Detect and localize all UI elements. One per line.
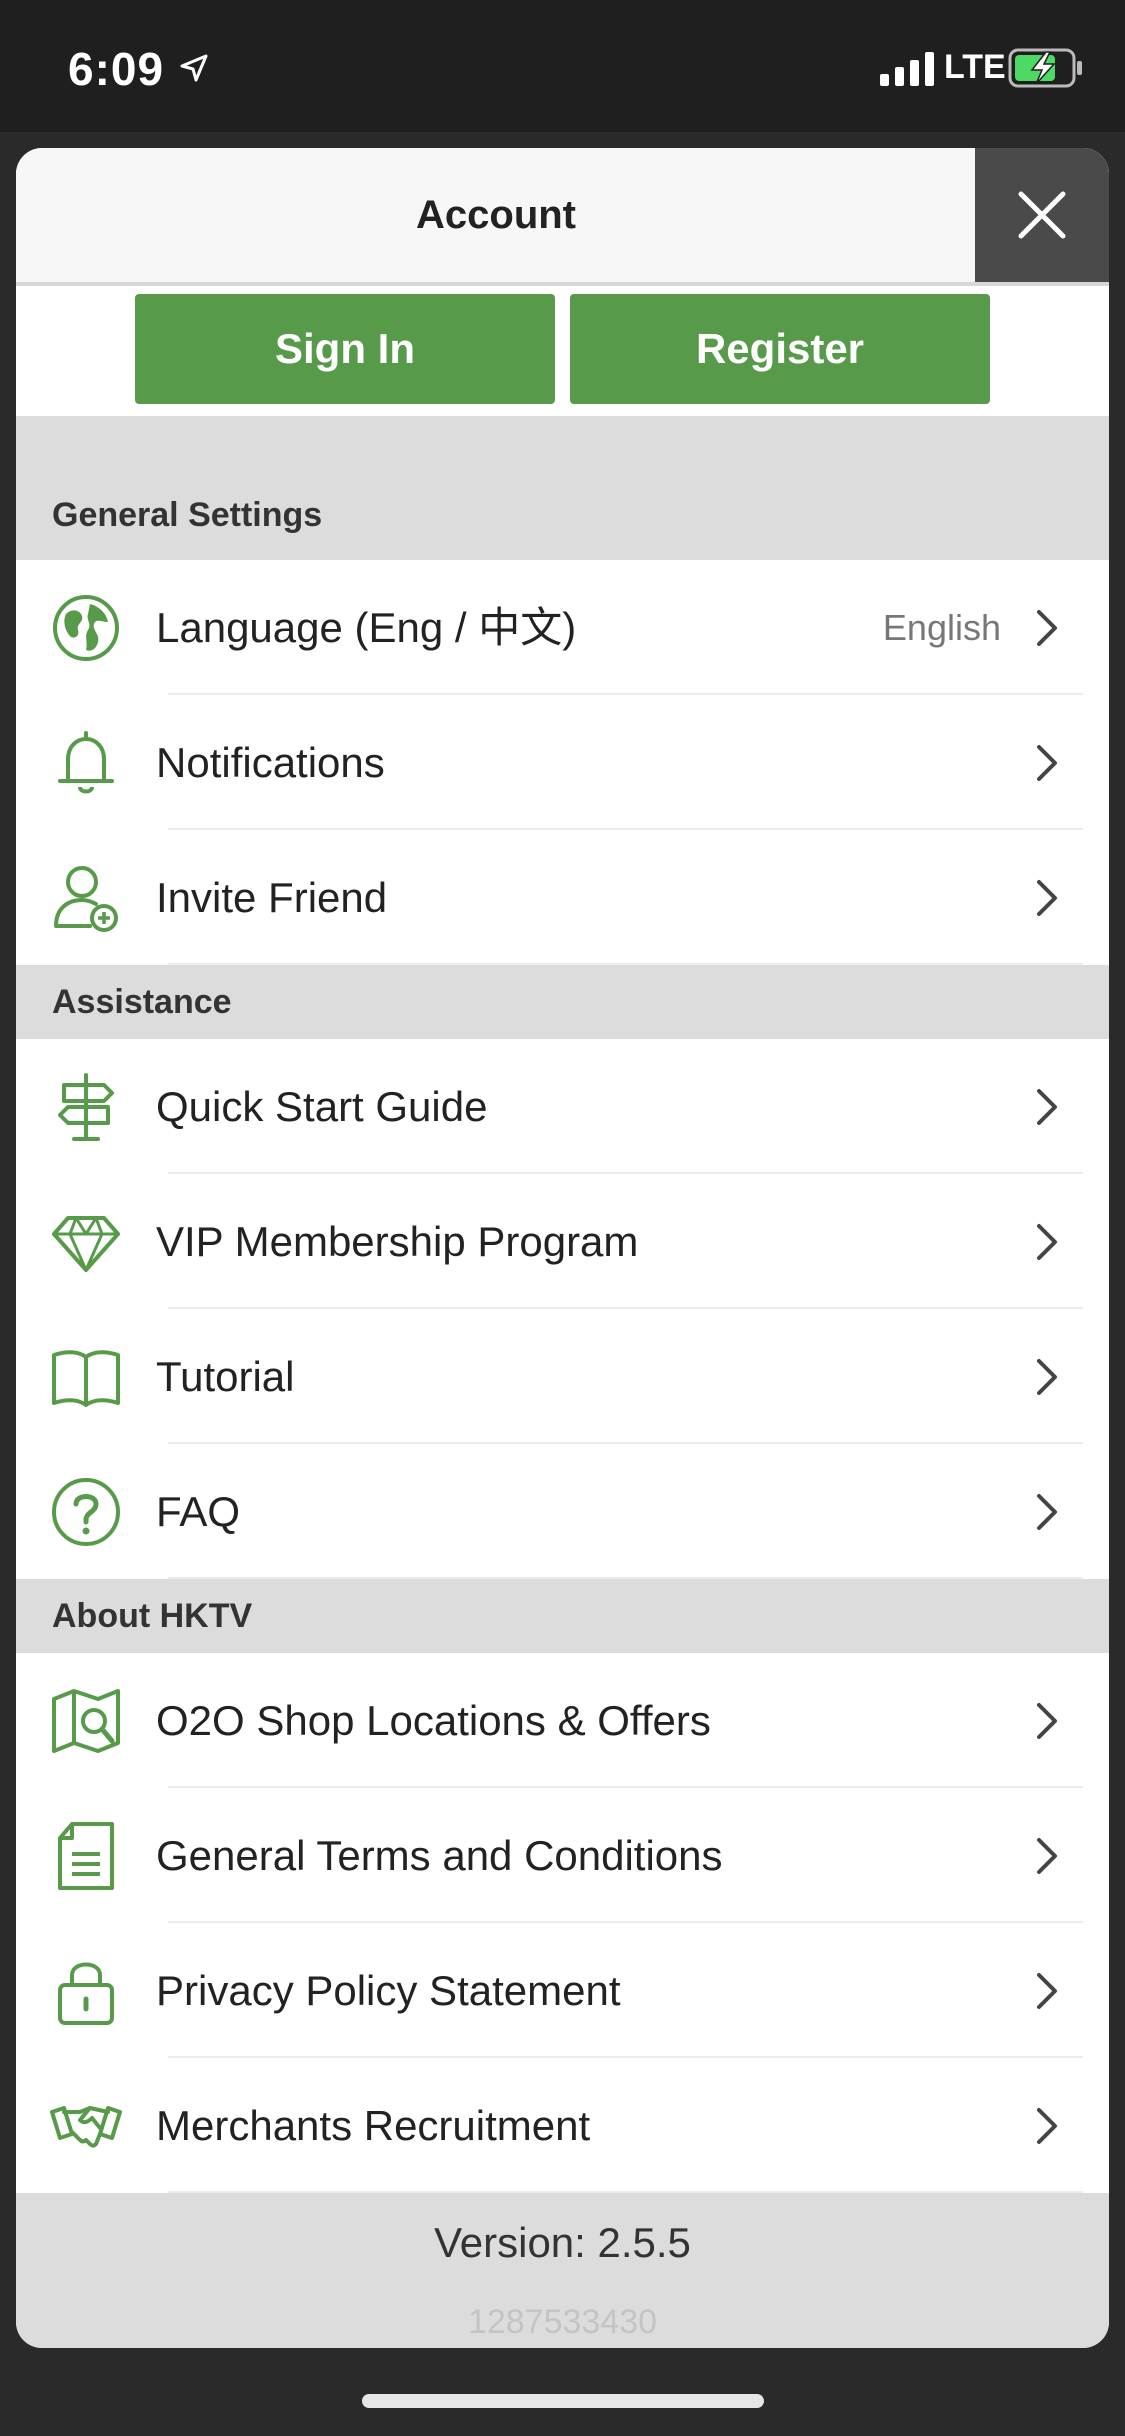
list-item-quick-start-guide[interactable]: Quick Start Guide (16, 1039, 1109, 1174)
list-item-label: Merchants Recruitment (156, 2102, 591, 2149)
location-arrow-icon (180, 54, 208, 82)
list-item-o2o-shops[interactable]: O2O Shop Locations & Offers (16, 1653, 1109, 1788)
build-id: 1287533430 (467, 2303, 658, 2341)
chevron-right-icon (1037, 1838, 1057, 1874)
list-item-label: Privacy Policy Statement (156, 1967, 621, 2014)
chevron-right-icon (1037, 745, 1057, 781)
globe-icon (53, 595, 119, 661)
list-item-label: General Terms and Conditions (156, 1832, 723, 1879)
chevron-right-icon (1037, 1359, 1057, 1395)
chevron-right-icon (1037, 1494, 1057, 1530)
list-item-language[interactable]: Language (Eng / 中文) English (16, 560, 1109, 695)
signpost-icon (58, 1073, 114, 1141)
language-value: English (882, 607, 1001, 648)
list-item-label: O2O Shop Locations & Offers (156, 1697, 711, 1744)
chevron-right-icon (1037, 1973, 1057, 2009)
section-header-about: About HKTV (16, 1579, 1109, 1653)
bell-icon (58, 731, 114, 794)
list-item-privacy[interactable]: Privacy Policy Statement (16, 1923, 1109, 2058)
close-button[interactable] (975, 148, 1109, 282)
map-search-icon (52, 1689, 120, 1753)
version-text: Version: 2.5.5 (434, 2219, 691, 2266)
divider (168, 963, 1083, 965)
list-item-label: Invite Friend (156, 874, 388, 921)
account-sheet: Account Sign In Register General Setting… (16, 148, 1109, 2348)
sheet-header: Account (16, 148, 1109, 286)
close-icon (1018, 191, 1066, 239)
chevron-right-icon (1037, 880, 1057, 916)
divider (168, 1577, 1083, 1579)
chevron-right-icon (1037, 1089, 1057, 1125)
home-indicator[interactable] (362, 2394, 764, 2408)
list-item-label: Notifications (156, 739, 385, 786)
register-button[interactable]: Register (570, 294, 990, 404)
status-bar: 6:09 LTE (0, 0, 1125, 132)
chevron-right-icon (1037, 610, 1057, 646)
add-user-icon (54, 866, 118, 932)
list-item-label: Quick Start Guide (156, 1083, 488, 1130)
network-type: LTE (944, 48, 1006, 86)
lock-icon (58, 1962, 114, 2025)
handshake-icon (50, 2106, 122, 2148)
diamond-icon (52, 1216, 120, 1272)
chevron-right-icon (1037, 2108, 1057, 2144)
list-item-label: VIP Membership Program (156, 1218, 639, 1265)
chevron-right-icon (1037, 1703, 1057, 1739)
book-icon (52, 1350, 120, 1407)
list-item-vip-membership[interactable]: VIP Membership Program (16, 1174, 1109, 1309)
sign-in-button[interactable]: Sign In (135, 294, 555, 404)
document-icon (58, 1822, 114, 1890)
chevron-right-icon (1037, 1224, 1057, 1260)
page-title: Account (416, 193, 576, 237)
list-item-merchants[interactable]: Merchants Recruitment (16, 2058, 1109, 2193)
list-item-tutorial[interactable]: Tutorial (16, 1309, 1109, 1444)
cellular-signal-icon (880, 52, 934, 86)
list-item-notifications[interactable]: Notifications (16, 695, 1109, 830)
section-header-general: General Settings (16, 416, 1109, 560)
status-time: 6:09 (68, 43, 165, 95)
list-item-label: Tutorial (156, 1353, 295, 1400)
question-circle-icon (52, 1478, 120, 1546)
list-item-label: FAQ (156, 1488, 241, 1535)
section-header-assistance: Assistance (16, 965, 1109, 1039)
version-footer: Version: 2.5.5 1287533430 (16, 2193, 1109, 2348)
auth-row: Sign In Register (16, 286, 1109, 412)
list-item-invite-friend[interactable]: Invite Friend (16, 830, 1109, 965)
list-item-terms[interactable]: General Terms and Conditions (16, 1788, 1109, 1923)
list-item-label: Language (Eng / 中文) (156, 604, 577, 651)
settings-list: General Settings Language (Eng / 中文) Eng… (16, 416, 1109, 2348)
list-item-faq[interactable]: FAQ (16, 1444, 1109, 1579)
battery-charging-icon (1008, 48, 1082, 88)
